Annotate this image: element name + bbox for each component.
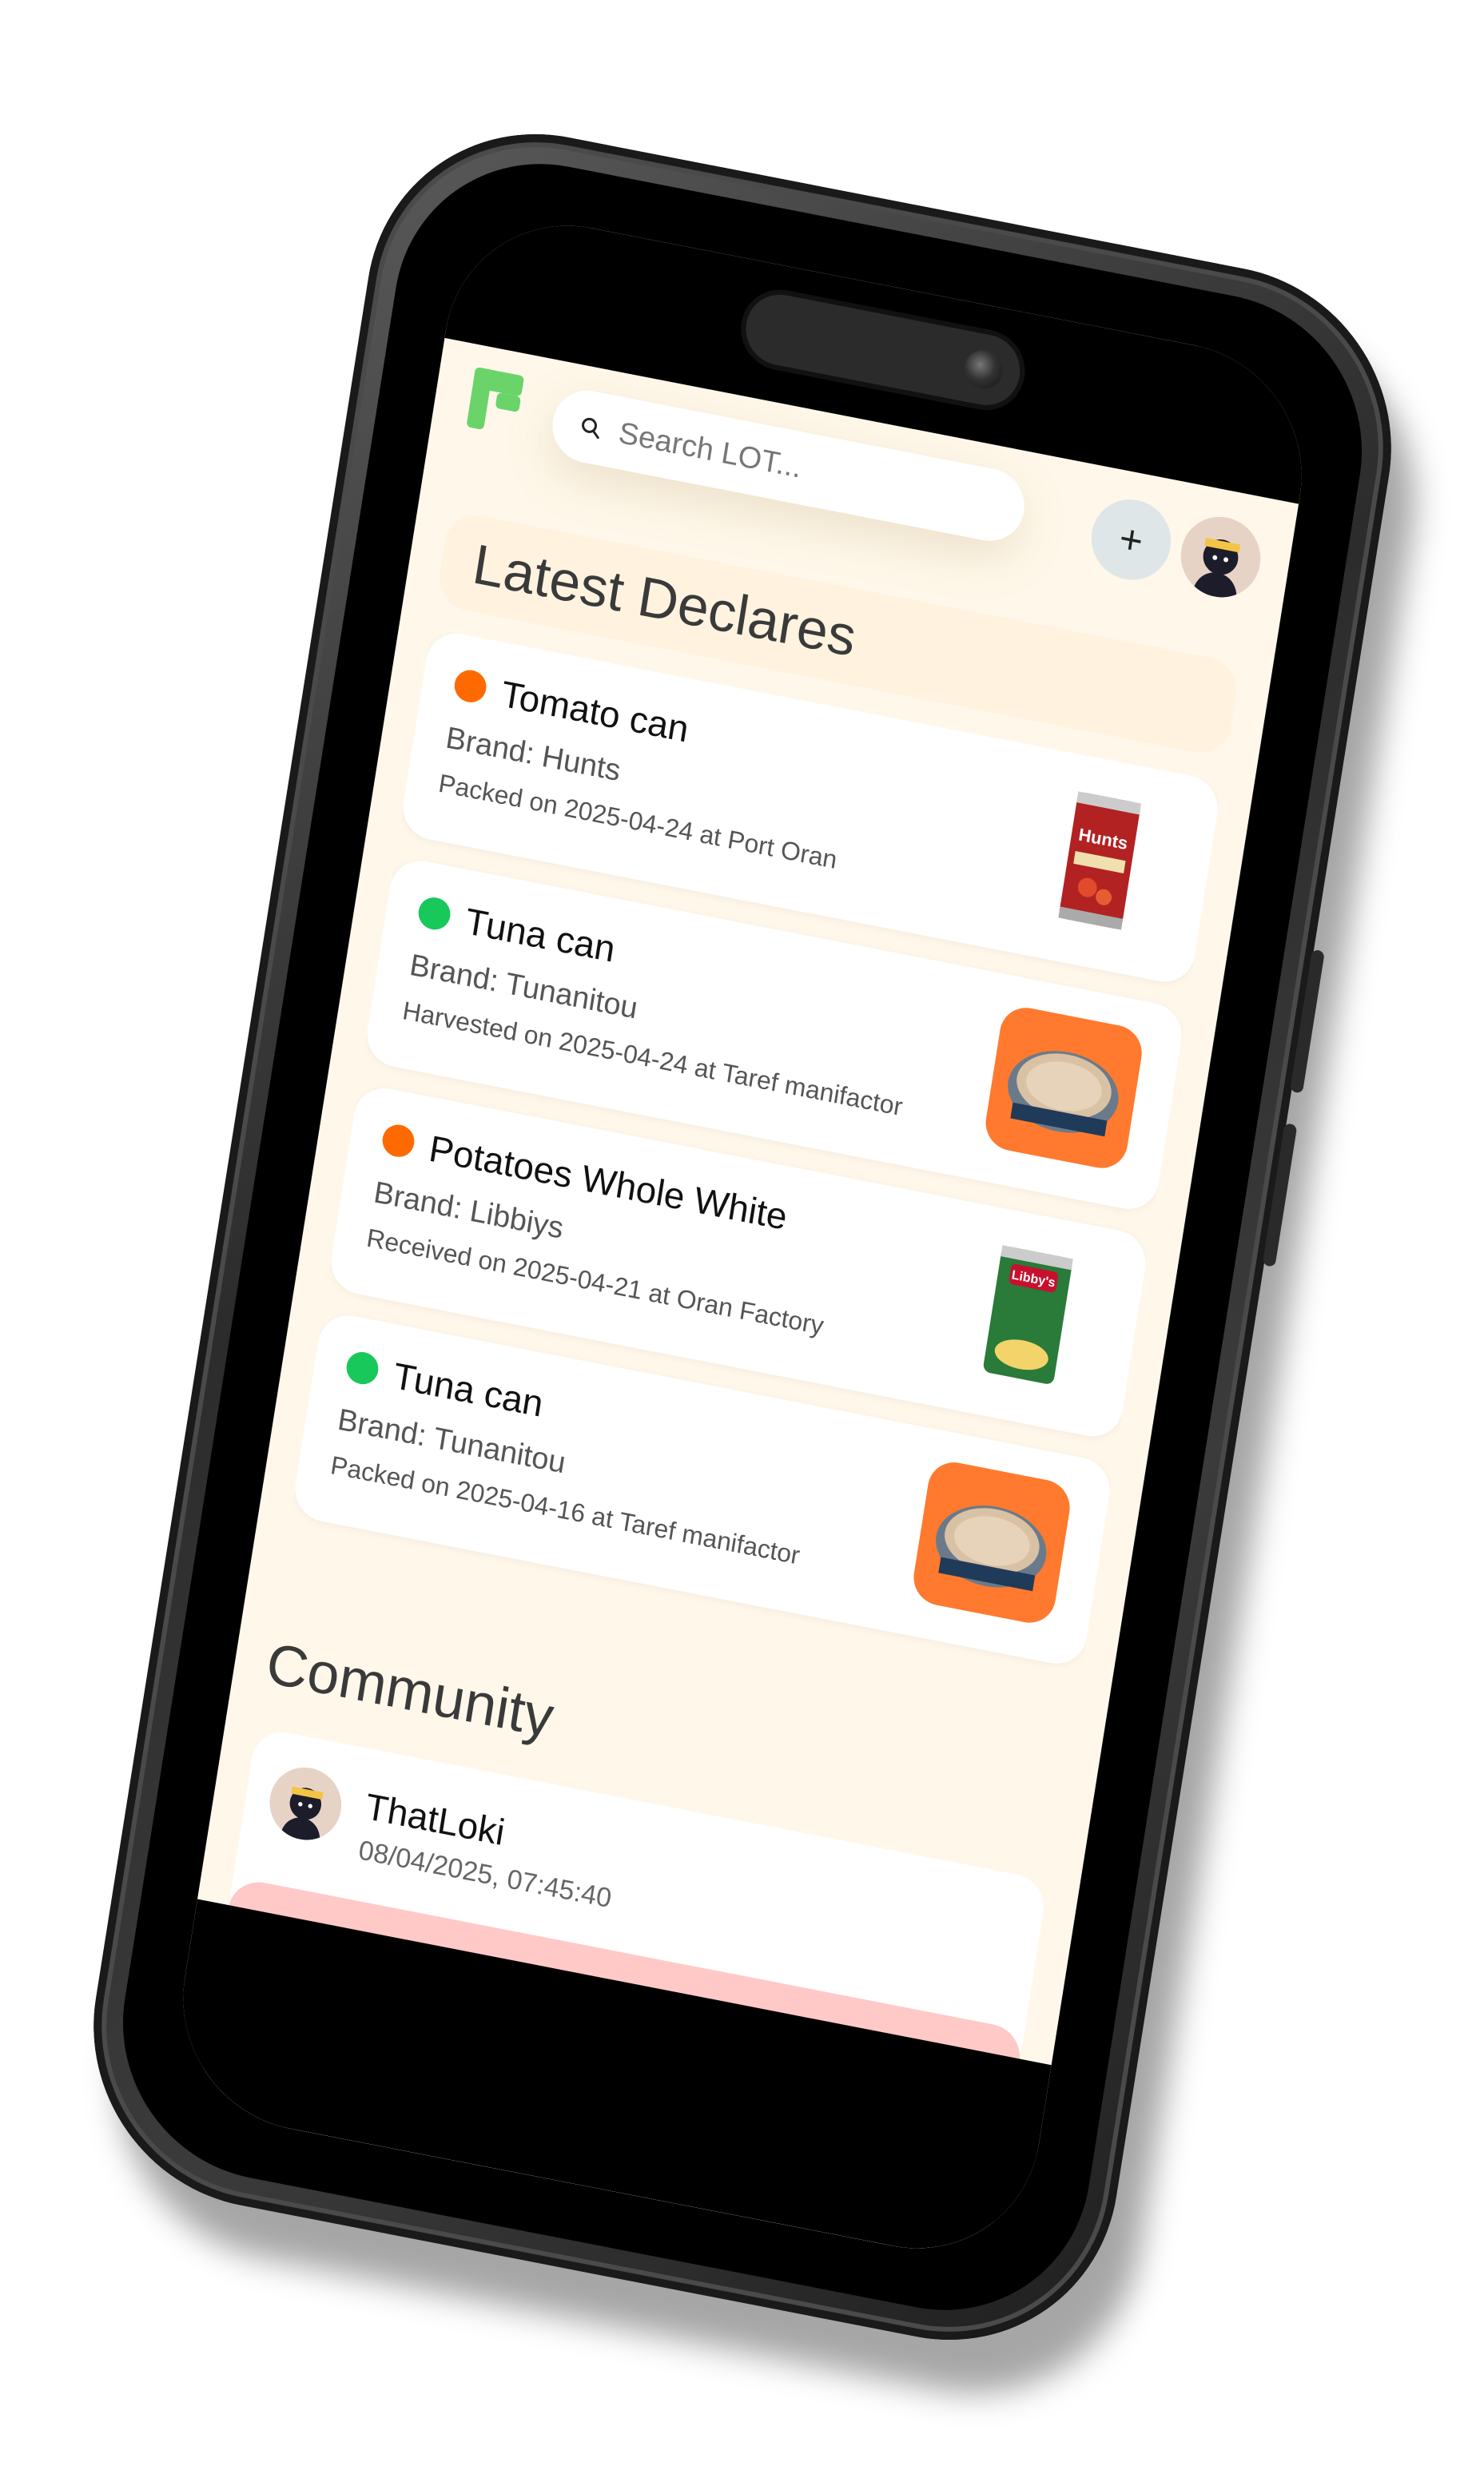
app-logo-icon xyxy=(466,367,523,430)
ninja-avatar-icon xyxy=(264,1761,347,1847)
status-dot xyxy=(452,667,488,706)
tuna-can-image xyxy=(909,1458,1074,1628)
status-dot xyxy=(344,1349,380,1387)
phone-frame: + Lates xyxy=(68,104,1416,2370)
product-info: Packed on 2025-04-16 at Taref manifactor xyxy=(328,1450,802,1570)
phone-screen: + Lates xyxy=(164,203,1320,2271)
status-dot xyxy=(380,1122,416,1160)
declares-list[interactable]: Tomato can Brand: Hunts Packed on 2025-0… xyxy=(280,628,1222,1729)
tuna-can-image xyxy=(981,1003,1146,1173)
status-dot xyxy=(416,894,452,933)
product-info: Harvested on 2025-04-24 at Taref manifac… xyxy=(400,996,905,1122)
product-info: Packed on 2025-04-24 at Port Oran xyxy=(436,768,839,874)
plus-icon: + xyxy=(1116,515,1146,564)
ninja-avatar-icon xyxy=(1175,510,1266,605)
libbys-can-image: Libby's xyxy=(983,1245,1073,1384)
product-title: Tuna can xyxy=(462,900,618,970)
hunts-can-image: Hunts xyxy=(1057,791,1141,930)
product-title: Tuna can xyxy=(390,1354,546,1425)
dynamic-island xyxy=(734,283,1030,417)
search-icon xyxy=(581,417,599,440)
add-button[interactable]: + xyxy=(1085,492,1176,587)
avatar[interactable] xyxy=(1175,510,1266,605)
camera-icon xyxy=(961,346,1005,392)
product-info: Received on 2025-04-21 at Oran Factory xyxy=(364,1223,826,1341)
phone-bezel: + Lates xyxy=(101,137,1383,2337)
phone-mockup: + Lates xyxy=(68,104,1440,2424)
post-avatar[interactable] xyxy=(264,1761,347,1847)
